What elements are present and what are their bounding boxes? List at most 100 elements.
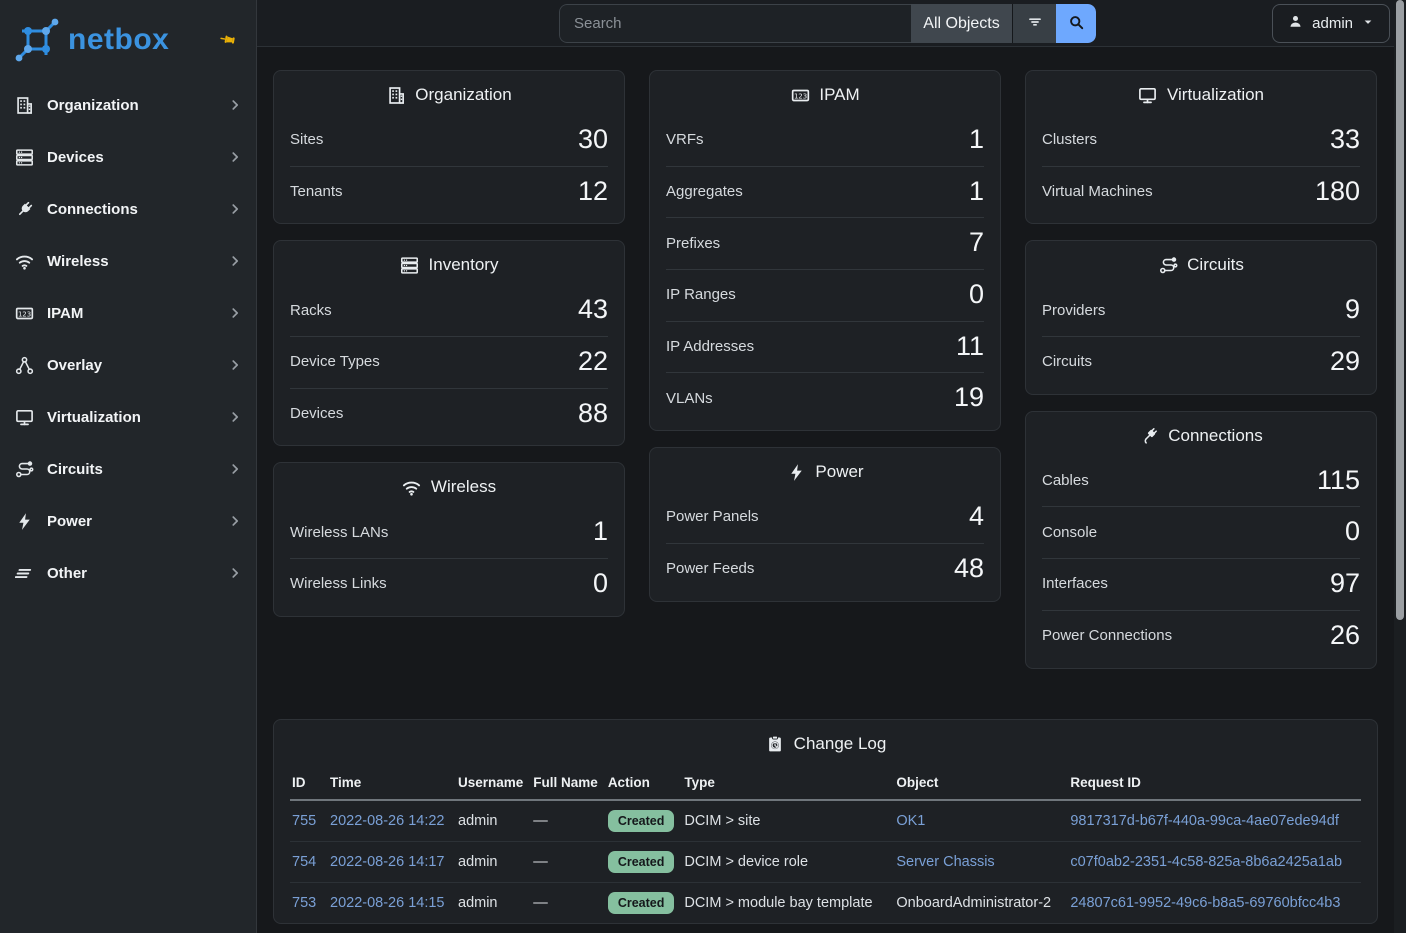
- card-ipam: 123IPAMVRFs1Aggregates1Prefixes7IP Range…: [649, 70, 1001, 431]
- lines-icon: [14, 563, 34, 583]
- stat-row-aggregates[interactable]: Aggregates1: [666, 166, 984, 218]
- netbox-wordmark[interactable]: netbox: [68, 23, 169, 57]
- devices-icon: [14, 147, 34, 167]
- stat-label: Interfaces: [1042, 575, 1108, 592]
- bolt-icon: [786, 462, 806, 482]
- stat-value: 115: [1317, 466, 1360, 496]
- transit-icon: [14, 459, 34, 479]
- sidebar-item-virtualization[interactable]: Virtualization: [0, 391, 256, 443]
- stat-row-power-panels[interactable]: Power Panels4: [666, 492, 984, 543]
- stat-value: 88: [578, 399, 608, 429]
- cable-icon: [1139, 426, 1159, 446]
- type-cell: DCIM > device role: [682, 841, 894, 882]
- stat-label: Power Connections: [1042, 627, 1172, 644]
- stat-label: Sites: [290, 131, 323, 148]
- action-badge: Created: [608, 851, 675, 873]
- stat-row-tenants[interactable]: Tenants12: [290, 166, 608, 218]
- sidebar-item-devices[interactable]: Devices: [0, 131, 256, 183]
- request-id-link[interactable]: c07f0ab2-2351-4c58-825a-8b6a2425a1ab: [1070, 854, 1342, 870]
- change-log-row: 7552022-08-26 14:22admin—CreatedDCIM > s…: [290, 800, 1361, 842]
- stat-row-vrfs[interactable]: VRFs1: [666, 115, 984, 166]
- change-time-link[interactable]: 2022-08-26 14:15: [330, 895, 445, 911]
- search-input[interactable]: [559, 4, 911, 43]
- change-id-link[interactable]: 755: [292, 813, 316, 829]
- card-organization: OrganizationSites30Tenants12: [273, 70, 625, 224]
- request-id-link[interactable]: 9817317d-b67f-440a-99ca-4ae07ede94df: [1070, 813, 1338, 829]
- caret-down-icon: [1362, 15, 1374, 32]
- graph-icon: [14, 355, 34, 375]
- stat-row-sites[interactable]: Sites30: [290, 115, 608, 166]
- stat-rows: VRFs1Aggregates1Prefixes7IP Ranges0IP Ad…: [650, 113, 1000, 430]
- card-wireless: WirelessWireless LANs1Wireless Links0: [273, 462, 625, 616]
- stat-row-providers[interactable]: Providers9: [1042, 285, 1360, 336]
- object-link[interactable]: OK1: [896, 813, 925, 829]
- stat-row-ip-ranges[interactable]: IP Ranges0: [666, 269, 984, 321]
- stat-row-wireless-lans[interactable]: Wireless LANs1: [290, 507, 608, 558]
- sidebar-item-other[interactable]: Other: [0, 547, 256, 599]
- stat-value: 4: [969, 502, 984, 532]
- stat-value: 22: [578, 347, 608, 377]
- pin-icon[interactable]: [219, 31, 236, 48]
- sidebar-item-circuits[interactable]: Circuits: [0, 443, 256, 495]
- stat-value: 48: [954, 554, 984, 584]
- stat-row-cables[interactable]: Cables115: [1042, 456, 1360, 507]
- wifi-icon: [402, 477, 422, 497]
- change-id-link[interactable]: 753: [292, 895, 316, 911]
- stat-row-virtual-machines[interactable]: Virtual Machines180: [1042, 166, 1360, 218]
- change-time-link[interactable]: 2022-08-26 14:17: [330, 854, 445, 870]
- sidebar-item-ipam[interactable]: 123IPAM: [0, 287, 256, 339]
- stat-label: Racks: [290, 302, 332, 319]
- search-scope-button[interactable]: All Objects: [911, 4, 1012, 43]
- stat-rows: Racks43 Device Types 22 Devices 88: [274, 283, 624, 445]
- page-scrollbar[interactable]: [1394, 0, 1406, 933]
- stat-row-interfaces[interactable]: Interfaces97: [1042, 558, 1360, 610]
- chevron-right-icon: [228, 150, 242, 164]
- filter-button[interactable]: [1012, 4, 1056, 43]
- stat-row-power-feeds[interactable]: Power Feeds48: [666, 543, 984, 595]
- sidebar-item-connections[interactable]: Connections: [0, 183, 256, 235]
- stat-row-console[interactable]: Console0: [1042, 506, 1360, 558]
- stat-label: Devices: [290, 405, 343, 422]
- stat-row-prefixes[interactable]: Prefixes7: [666, 217, 984, 269]
- stat-row-racks[interactable]: Racks43: [290, 285, 608, 336]
- change-log-row: 7542022-08-26 14:17admin—CreatedDCIM > d…: [290, 841, 1361, 882]
- object-link[interactable]: Server Chassis: [896, 854, 994, 870]
- stat-row-vlans[interactable]: VLANs19: [666, 372, 984, 424]
- netbox-logo-icon[interactable]: [14, 17, 60, 63]
- change-id-link[interactable]: 754: [292, 854, 316, 870]
- stat-row-clusters[interactable]: Clusters33: [1042, 115, 1360, 166]
- card-title: Virtualization: [1167, 85, 1264, 105]
- user-menu-button[interactable]: admin: [1272, 4, 1390, 43]
- stat-label: Prefixes: [666, 235, 720, 252]
- stats-column: Virtualization Clusters33Virtual Machines…: [1025, 70, 1377, 685]
- sidebar-item-power[interactable]: Power: [0, 495, 256, 547]
- stat-value: 29: [1330, 347, 1360, 377]
- change-time-link[interactable]: 2022-08-26 14:22: [330, 813, 445, 829]
- stat-label: Tenants: [290, 183, 343, 200]
- change-log-header: Change Log: [274, 720, 1377, 762]
- user-menu-label: admin: [1312, 15, 1353, 32]
- stat-value: 0: [969, 280, 984, 310]
- request-id-link[interactable]: 24807c61-9952-49c6-b8a5-69760bfcc4b3: [1070, 895, 1340, 911]
- scrollbar-thumb[interactable]: [1396, 0, 1404, 620]
- search-submit-button[interactable]: [1056, 4, 1096, 43]
- type-cell: DCIM > site: [682, 800, 894, 842]
- stat-row-ip-addresses[interactable]: IP Addresses11: [666, 321, 984, 373]
- column-header-id: ID: [290, 766, 328, 800]
- stat-row-devices[interactable]: Devices 88: [290, 388, 608, 440]
- sidebar-item-wireless[interactable]: Wireless: [0, 235, 256, 287]
- stat-row-power-connections[interactable]: Power Connections26: [1042, 610, 1360, 662]
- stat-row-circuits[interactable]: Circuits29: [1042, 336, 1360, 388]
- sidebar-item-label: Overlay: [47, 357, 102, 374]
- sidebar-item-organization[interactable]: Organization: [0, 79, 256, 131]
- stat-row-device-types[interactable]: Device Types 22: [290, 336, 608, 388]
- username-cell: admin: [456, 800, 531, 842]
- stat-rows: Cables115Console0Interfaces97Power Conne…: [1026, 454, 1376, 668]
- logo-row: netbox: [0, 0, 256, 79]
- card-title: Power: [815, 462, 863, 482]
- stat-row-wireless-links[interactable]: Wireless Links0: [290, 558, 608, 610]
- sidebar-item-overlay[interactable]: Overlay: [0, 339, 256, 391]
- search-group: All Objects: [559, 4, 1096, 43]
- plug-icon: [14, 199, 34, 219]
- stat-label: Device Types: [290, 353, 380, 370]
